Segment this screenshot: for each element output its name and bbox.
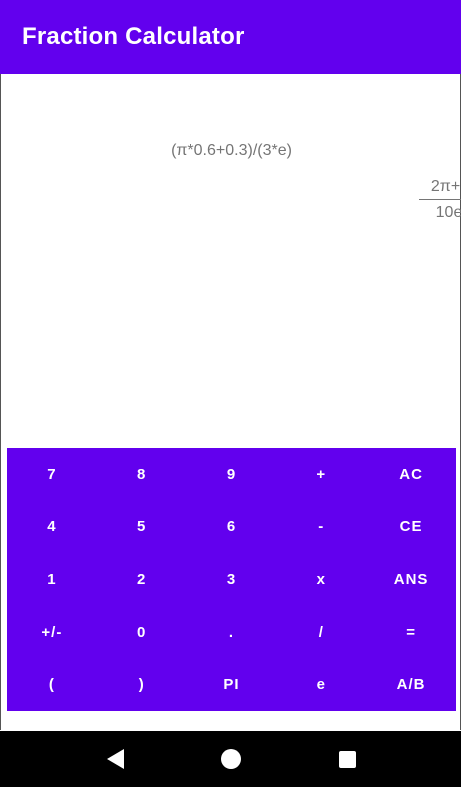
nav-recents-button[interactable] bbox=[319, 731, 375, 787]
key-2[interactable]: 2 bbox=[97, 553, 187, 606]
key-open-paren[interactable]: ( bbox=[7, 658, 97, 711]
result-fraction: 2π+1 10e bbox=[419, 178, 461, 222]
key-multiply[interactable]: x bbox=[276, 553, 366, 606]
key-5[interactable]: 5 bbox=[97, 501, 187, 554]
key-fraction-toggle[interactable]: A/B bbox=[366, 658, 456, 711]
result-numerator: 2π+1 bbox=[430, 178, 461, 195]
nav-home-button[interactable] bbox=[203, 731, 259, 787]
key-7[interactable]: 7 bbox=[7, 448, 97, 501]
key-close-paren[interactable]: ) bbox=[97, 658, 187, 711]
key-all-clear[interactable]: AC bbox=[366, 448, 456, 501]
expression-text: (π*0.6+0.3)/(3*e) bbox=[171, 142, 292, 159]
key-plus[interactable]: + bbox=[276, 448, 366, 501]
key-6[interactable]: 6 bbox=[187, 501, 277, 554]
back-icon bbox=[106, 749, 124, 769]
home-icon bbox=[221, 749, 241, 769]
key-3[interactable]: 3 bbox=[187, 553, 277, 606]
key-0[interactable]: 0 bbox=[97, 606, 187, 659]
key-4[interactable]: 4 bbox=[7, 501, 97, 554]
recents-icon bbox=[338, 750, 356, 768]
key-minus[interactable]: - bbox=[276, 501, 366, 554]
key-pi[interactable]: PI bbox=[187, 658, 277, 711]
key-equals[interactable]: = bbox=[366, 606, 456, 659]
result-denominator: 10e bbox=[435, 204, 461, 221]
key-answer[interactable]: ANS bbox=[366, 553, 456, 606]
app-title: Fraction Calculator bbox=[22, 23, 245, 50]
keypad: 7 8 9 + AC 4 5 6 - CE 1 2 3 x ANS +/- 0 … bbox=[7, 448, 456, 711]
key-9[interactable]: 9 bbox=[187, 448, 277, 501]
key-8[interactable]: 8 bbox=[97, 448, 187, 501]
key-divide[interactable]: / bbox=[276, 606, 366, 659]
key-negate[interactable]: +/- bbox=[7, 606, 97, 659]
key-decimal[interactable]: . bbox=[187, 606, 277, 659]
navigation-bar bbox=[0, 731, 461, 787]
nav-back-button[interactable] bbox=[87, 731, 143, 787]
app-bar: Fraction Calculator bbox=[0, 0, 461, 74]
key-1[interactable]: 1 bbox=[7, 553, 97, 606]
key-e[interactable]: e bbox=[276, 658, 366, 711]
key-clear-entry[interactable]: CE bbox=[366, 501, 456, 554]
